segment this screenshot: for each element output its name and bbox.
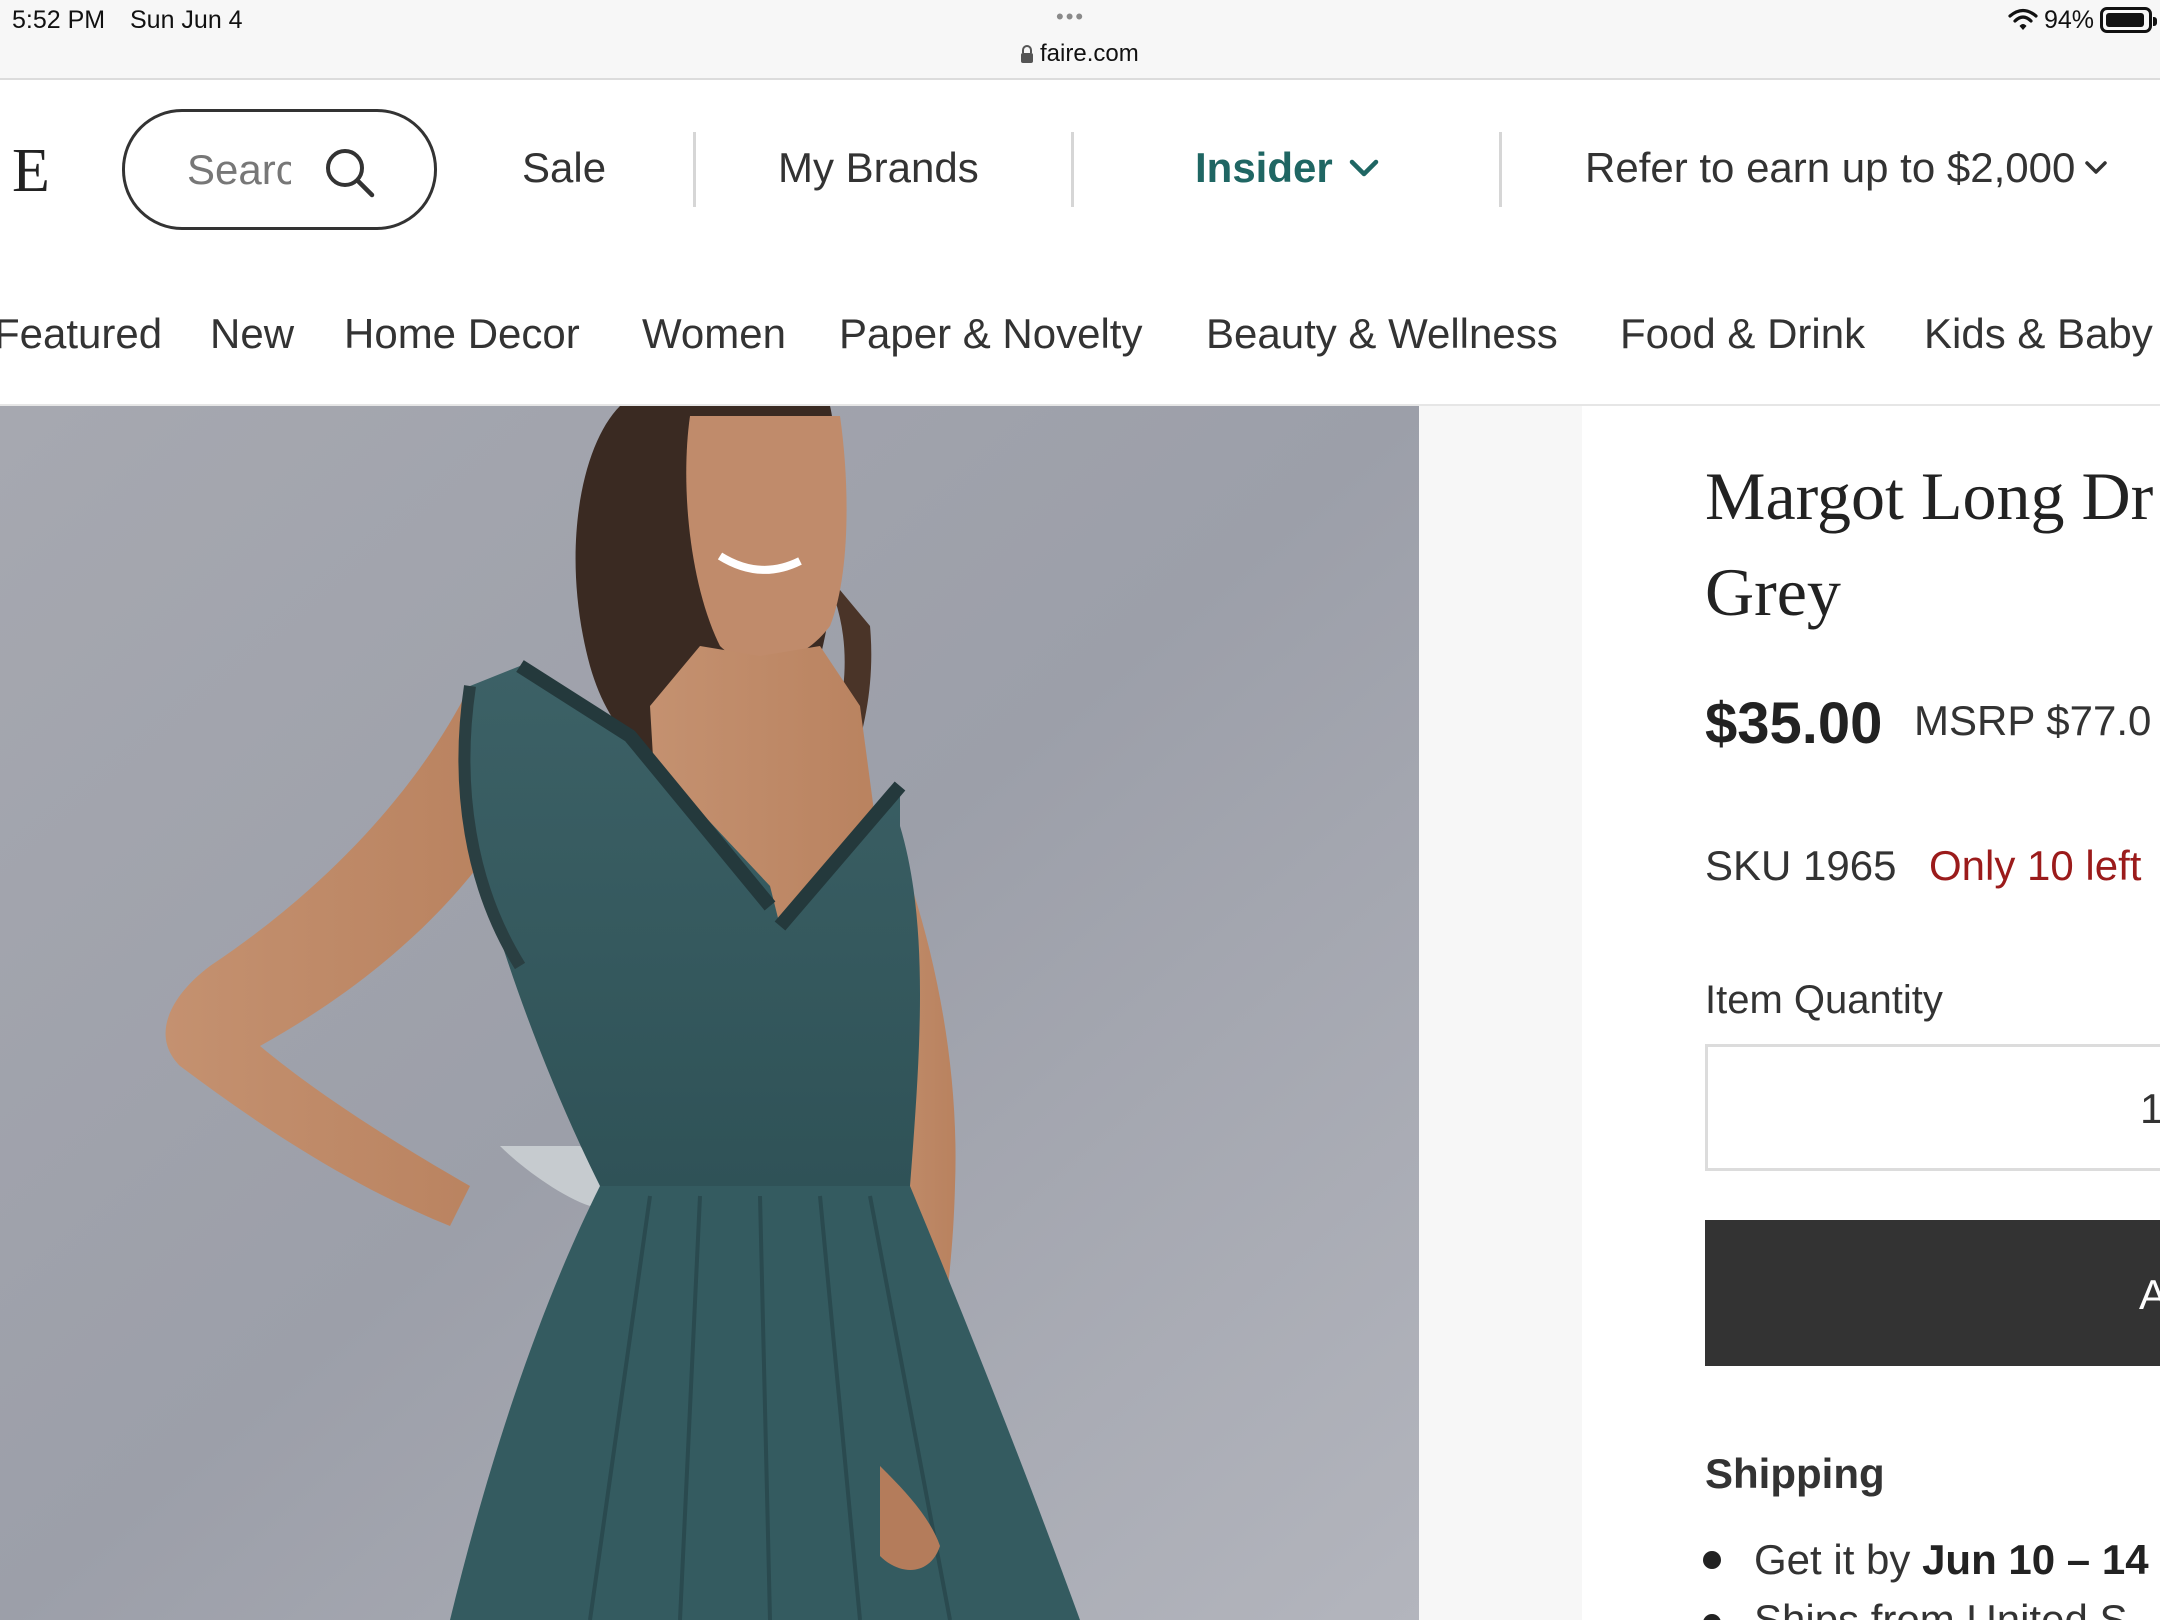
category-featured[interactable]: Featured — [0, 310, 162, 358]
category-beauty-wellness[interactable]: Beauty & Wellness — [1206, 310, 1558, 358]
battery-percent: 94% — [2043, 5, 2094, 34]
category-paper-novelty[interactable]: Paper & Novelty — [839, 310, 1142, 358]
shipping-delivery-dates: Jun 10 – 14 — [1922, 1536, 2149, 1583]
category-home-decor[interactable]: Home Decor — [344, 310, 580, 358]
category-bar: Featured New Home Decor Women Paper & No… — [0, 290, 2160, 406]
shipping-delivery-estimate: Get it by Jun 10 – 14 — [1754, 1536, 2149, 1584]
url-text: faire.com — [1040, 40, 1139, 67]
nav-refer-label: Refer to earn up to $2,000 — [1585, 144, 2076, 191]
sku-label: SKU 1965 — [1705, 842, 1897, 889]
product-title-line1: Margot Long Dr — [1705, 458, 2154, 534]
multitasking-dots[interactable]: ••• — [1056, 4, 1085, 30]
shipping-heading: Shipping — [1705, 1450, 1885, 1497]
status-time: 5:52 PM — [12, 6, 106, 34]
search-box[interactable] — [122, 109, 437, 230]
nav-insider[interactable]: Insider — [1195, 144, 1379, 192]
nav-divider — [1071, 132, 1074, 207]
status-date: Sun Jun 4 — [130, 6, 243, 34]
battery-fill — [2106, 13, 2144, 27]
address-bar[interactable]: faire.com — [1020, 40, 1139, 68]
quantity-field[interactable]: 1 — [1705, 1044, 2160, 1171]
status-indicators: 94% — [2008, 4, 2157, 36]
bullet-icon — [1703, 1551, 1721, 1569]
nav-insider-label: Insider — [1195, 144, 1333, 191]
nav-divider — [693, 132, 696, 207]
shipping-origin: Ships from United S — [1754, 1596, 2128, 1620]
faire-logo[interactable]: E — [12, 136, 50, 207]
page: 5:52 PM Sun Jun 4 ••• 94% faire.com E Se… — [0, 0, 2160, 1620]
chevron-down-icon — [2085, 160, 2108, 176]
nav-refer[interactable]: Refer to earn up to $2,000 — [1585, 144, 2108, 192]
product-title: Margot Long Dr Grey — [1705, 448, 2160, 640]
nav-my-brands[interactable]: My Brands — [778, 144, 979, 192]
category-new[interactable]: New — [210, 310, 294, 358]
battery-icon — [2100, 7, 2157, 33]
category-kids-baby[interactable]: Kids & Baby — [1924, 310, 2153, 358]
status-bar: 5:52 PM Sun Jun 4 ••• 94% faire.com — [0, 0, 2160, 80]
search-icon[interactable] — [324, 147, 376, 199]
chevron-down-icon — [1349, 158, 1379, 178]
category-food-drink[interactable]: Food & Drink — [1620, 310, 1865, 358]
wholesale-price: $35.00 — [1705, 691, 1883, 756]
nav-sale[interactable]: Sale — [522, 144, 606, 192]
quantity-label: Item Quantity — [1705, 978, 1943, 1022]
search-input[interactable] — [187, 145, 291, 194]
product-title-line2: Grey — [1705, 554, 1841, 630]
msrp-price: MSRP $77.0 — [1914, 697, 2152, 744]
wifi-icon — [2008, 8, 2038, 32]
lock-icon — [1020, 45, 1034, 63]
product-image[interactable] — [0, 406, 1419, 1620]
quantity-value: 1 — [2140, 1085, 2160, 1132]
image-gutter — [1419, 406, 1582, 1620]
bullet-icon — [1703, 1614, 1721, 1620]
stock-warning: Only 10 left — [1929, 842, 2142, 889]
shipping-delivery-prefix: Get it by — [1754, 1536, 1911, 1583]
nav-divider — [1499, 132, 1502, 207]
category-women[interactable]: Women — [642, 310, 786, 358]
add-to-bag-label: A — [2139, 1271, 2160, 1318]
add-to-bag-button[interactable]: A — [1705, 1220, 2160, 1366]
